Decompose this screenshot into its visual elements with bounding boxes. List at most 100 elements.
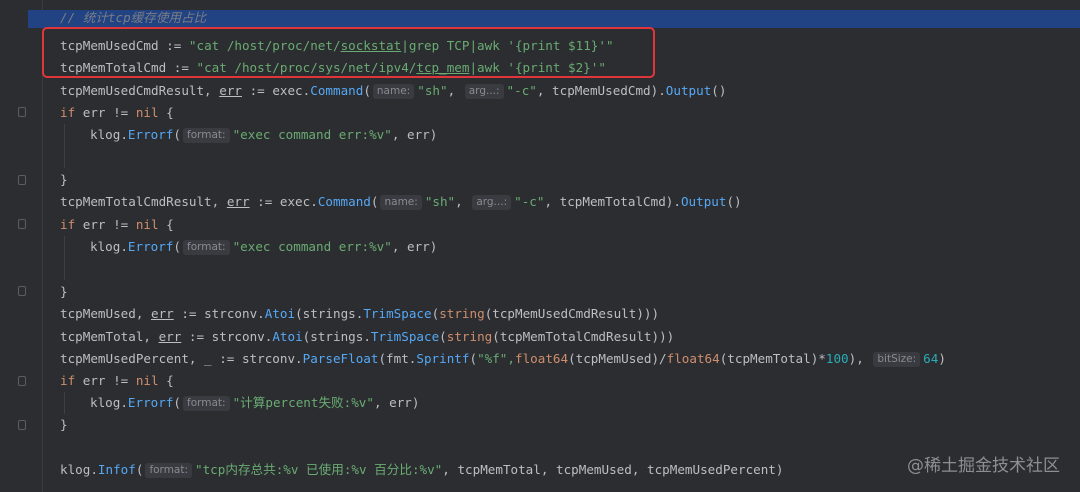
builtin-type: string (446, 329, 493, 344)
fold-marker-icon[interactable] (18, 286, 26, 296)
code-token: , tcpMemTotalCmd). (544, 194, 681, 209)
fold-marker-icon[interactable] (18, 376, 26, 386)
code-line[interactable]: if err != nil { (60, 370, 174, 392)
builtin-type: float64 (514, 351, 569, 366)
code-token: ), (848, 351, 872, 366)
function-name: Errorf (127, 395, 174, 410)
parameter-hint: format: (183, 240, 230, 255)
string-literal: "exec command err:%v" (232, 239, 392, 254)
function-name: ParseFloat (302, 351, 379, 366)
code-token: := strconv. (181, 329, 273, 344)
code-line[interactable]: klog.Infof(format: "tcp内存总共:%v 已使用:%v 百分比… (60, 459, 783, 481)
code-line[interactable]: if err != nil { (60, 214, 174, 236)
code-token: } (60, 284, 68, 299)
watermark: @稀土掘金技术社区 (907, 456, 1060, 476)
code-line[interactable]: klog.Errorf(format: "exec command err:%v"… (90, 236, 437, 258)
indent-guide (64, 392, 65, 414)
code-token: } (60, 172, 68, 187)
code-token: , (455, 194, 471, 209)
code-token: err != (75, 217, 136, 232)
fold-marker-icon[interactable] (18, 107, 26, 117)
function-name: Command (317, 194, 371, 209)
code-token: ( (363, 83, 371, 98)
builtin-type: string (439, 306, 485, 321)
code-token: (strings. (302, 329, 371, 344)
string-literal: "tcp内存总共:%v 已使用:%v 百分比:%v" (195, 462, 443, 477)
code-token: klog. (90, 239, 128, 254)
code-token: , (447, 83, 463, 98)
parameter-hint: format: (183, 396, 230, 411)
code-token: klog. (90, 127, 128, 142)
function-name: Command (310, 83, 364, 98)
code-line[interactable]: tcpMemUsedPercent, _ := strconv.ParseFlo… (60, 348, 946, 370)
code-token: tcpMemTotalCmdResult, (60, 194, 227, 209)
code-line-comment[interactable]: // 统计tcp缓存使用占比 (60, 8, 206, 28)
function-name: Errorf (127, 127, 174, 142)
fold-marker-icon[interactable] (18, 219, 26, 229)
string-literal: "计算percent失败:%v" (232, 395, 374, 410)
code-token: , err) (391, 127, 438, 142)
code-line[interactable]: } (60, 169, 68, 191)
parameter-hint: name: (380, 195, 422, 210)
string-literal: "-c" (514, 194, 545, 209)
code-line[interactable]: } (60, 281, 68, 303)
code-token: err (158, 329, 182, 344)
code-line[interactable]: tcpMemUsed, err := strconv.Atoi(strings.… (60, 303, 659, 325)
code-token: err (219, 83, 242, 98)
keyword: if (60, 105, 76, 120)
code-token: ( (135, 462, 144, 477)
code-line[interactable]: } (60, 414, 68, 436)
code-token: , err) (391, 239, 438, 254)
code-token: (strings. (295, 306, 364, 321)
code-token: } (60, 417, 68, 432)
indent-guide (64, 236, 65, 280)
code-token: (tcpMemUsed)/ (568, 351, 667, 366)
code-token: (tcpMemUsedCmdResult))) (484, 306, 660, 321)
number-literal: 100 (825, 351, 849, 366)
parameter-hint: format: (183, 128, 230, 143)
code-token: { (158, 217, 174, 232)
parameter-hint: bitSize: (873, 352, 921, 367)
string-literal: "-c" (506, 83, 537, 98)
function-name: Output (680, 194, 727, 209)
code-token: (tcpMemTotal)* (719, 351, 826, 366)
parameter-hint: name: (372, 84, 415, 99)
function-name: Atoi (272, 329, 303, 344)
code-token: , tcpMemUsedCmd). (536, 83, 666, 98)
fold-marker-icon[interactable] (18, 175, 26, 185)
code-line[interactable]: tcpMemTotal, err := strconv.Atoi(strings… (60, 326, 674, 348)
highlight-box (42, 27, 655, 78)
code-token: klog. (60, 462, 98, 477)
code-line[interactable]: tcpMemTotalCmdResult, err := exec.Comman… (60, 191, 742, 213)
code-token: tcpMemTotal, (60, 329, 159, 344)
code-line[interactable]: klog.Errorf(format: "计算percent失败:%v", err… (90, 392, 419, 414)
fold-marker-icon[interactable] (18, 420, 26, 430)
code-token: klog. (90, 395, 128, 410)
code-token: ( (173, 395, 182, 410)
code-token: ( (469, 351, 478, 366)
code-editor[interactable]: // 统计tcp缓存使用占比 tcpMemUsedCmd := "cat /ho… (0, 0, 1080, 492)
function-name: Output (665, 83, 712, 98)
code-token: err (226, 194, 250, 209)
function-name: Infof (97, 462, 136, 477)
keyword: nil (135, 217, 159, 232)
code-token: tcpMemUsedCmdResult, (60, 83, 220, 98)
code-line[interactable]: tcpMemUsedCmdResult, err := exec.Command… (60, 80, 726, 102)
parameter-hint: arg...: (472, 195, 512, 210)
code-line[interactable]: klog.Errorf(format: "exec command err:%v"… (90, 124, 437, 146)
code-token: tcpMemUsedPercent, _ := strconv. (60, 351, 303, 366)
keyword: nil (135, 373, 159, 388)
code-line[interactable]: if err != nil { (60, 102, 174, 124)
code-token: () (726, 194, 742, 209)
keyword: if (60, 217, 76, 232)
comment-text: // 统计tcp缓存使用占比 (60, 10, 207, 25)
code-token: := strconv. (173, 306, 265, 321)
code-token: () (711, 83, 727, 98)
builtin-type: float64 (666, 351, 720, 366)
string-literal: "%f", (477, 351, 515, 366)
code-token: ( (439, 329, 447, 344)
code-token: ) (938, 351, 946, 366)
parameter-hint: format: (145, 463, 193, 478)
code-token: (tcpMemTotalCmdResult))) (492, 329, 675, 344)
string-literal: "exec command err:%v" (232, 127, 392, 142)
